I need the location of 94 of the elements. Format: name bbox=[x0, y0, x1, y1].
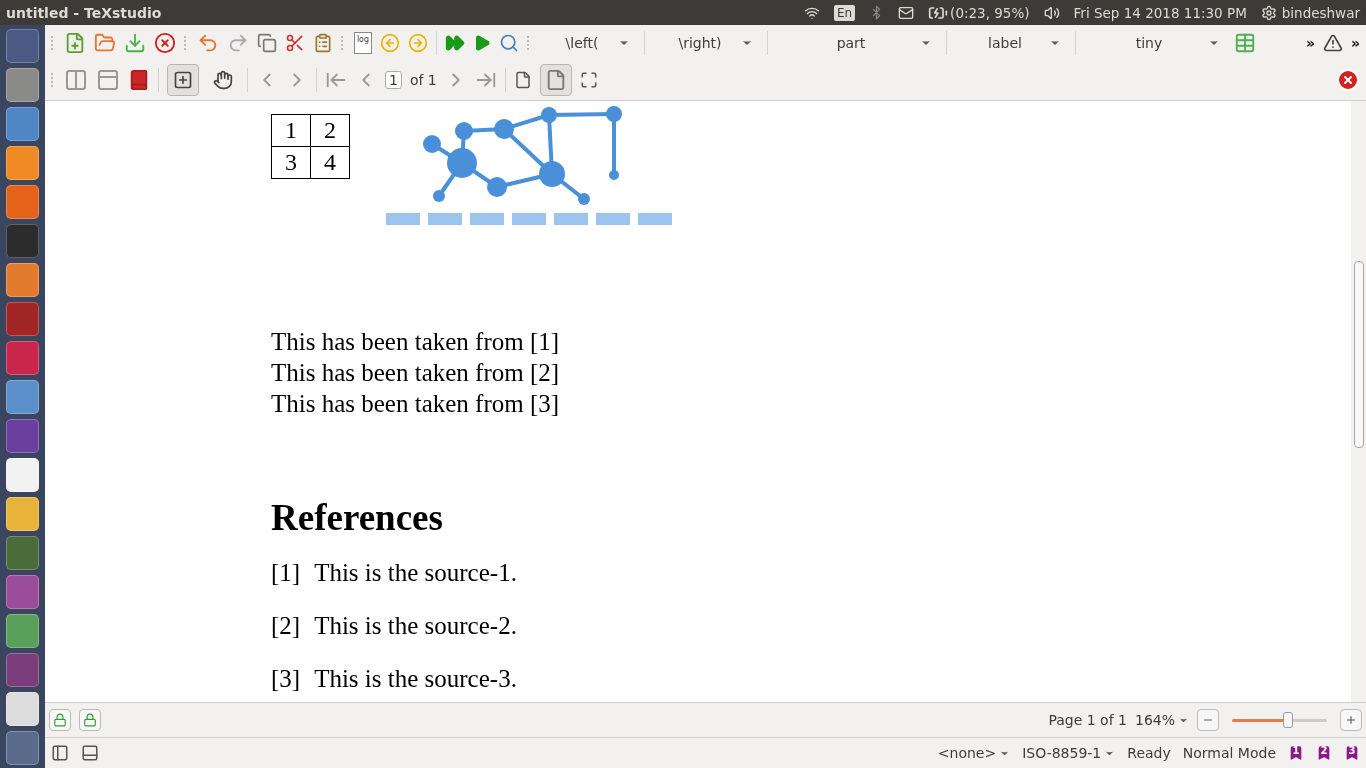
app-icon[interactable] bbox=[6, 536, 39, 570]
log-icon[interactable]: log bbox=[354, 31, 372, 54]
battery-status: (0:23, 95%) bbox=[950, 4, 1030, 21]
arrow-left-icon[interactable] bbox=[380, 32, 400, 53]
status-text: Ready bbox=[1127, 745, 1171, 761]
slider-thumb[interactable] bbox=[1283, 711, 1294, 728]
app-icon[interactable] bbox=[6, 614, 39, 648]
hand-icon bbox=[213, 70, 233, 90]
page-view-button[interactable] bbox=[539, 64, 572, 96]
reference-label: [1] bbox=[271, 559, 301, 588]
app-icon[interactable] bbox=[6, 341, 39, 375]
dropdown[interactable]: \left( bbox=[540, 34, 636, 51]
user-name[interactable]: bindeshwar bbox=[1281, 4, 1360, 21]
book-icon[interactable] bbox=[128, 69, 150, 91]
bookmark-icon[interactable]: 3 bbox=[1344, 744, 1360, 762]
panel-icon[interactable] bbox=[51, 744, 69, 762]
page-field[interactable]: 1 bbox=[385, 71, 402, 89]
app-icon[interactable] bbox=[6, 653, 39, 687]
lock-icon bbox=[83, 713, 97, 727]
download-icon[interactable] bbox=[124, 31, 146, 54]
reference-text: This is the source-1. bbox=[314, 559, 517, 588]
lock-button[interactable] bbox=[79, 709, 101, 731]
folder-icon[interactable] bbox=[94, 31, 116, 54]
reference-label: [2] bbox=[271, 612, 301, 641]
window-icon[interactable] bbox=[96, 68, 120, 92]
dropdown[interactable]: tiny bbox=[1084, 34, 1226, 51]
search-icon[interactable] bbox=[499, 32, 519, 53]
table-cell: 2 bbox=[310, 114, 350, 147]
settings-icon[interactable] bbox=[1260, 4, 1277, 21]
volume-icon[interactable] bbox=[1043, 4, 1060, 21]
warning-icon[interactable] bbox=[1322, 32, 1343, 53]
app-icon[interactable] bbox=[6, 575, 39, 609]
plus-icon bbox=[1345, 714, 1357, 726]
play-icon[interactable] bbox=[473, 33, 491, 52]
encoding-dropdown[interactable]: <none> bbox=[937, 745, 997, 761]
reference-text: This is the source-3. bbox=[314, 665, 517, 694]
page-icon[interactable] bbox=[513, 71, 532, 89]
scissors-icon[interactable] bbox=[285, 32, 305, 53]
scrollbar-thumb[interactable] bbox=[1353, 261, 1364, 448]
table-icon[interactable] bbox=[1234, 31, 1256, 54]
copy-icon[interactable] bbox=[257, 32, 277, 53]
app-icon[interactable] bbox=[6, 29, 39, 63]
panel-icon[interactable] bbox=[81, 744, 99, 762]
mail-icon[interactable] bbox=[898, 4, 915, 21]
app-icon[interactable] bbox=[6, 263, 39, 297]
app-icon[interactable] bbox=[6, 731, 39, 765]
app-icon[interactable] bbox=[6, 380, 39, 414]
page-total: of 1 bbox=[409, 72, 437, 88]
zoom-dropdown[interactable]: 164% bbox=[1134, 712, 1175, 728]
plus-box-icon bbox=[173, 70, 193, 90]
close-icon[interactable] bbox=[154, 31, 176, 54]
table-cell: 3 bbox=[271, 146, 311, 179]
dropdown[interactable]: part bbox=[776, 34, 938, 51]
app-icon[interactable] bbox=[6, 497, 39, 531]
fit-icon[interactable] bbox=[579, 71, 598, 89]
bookmark-icon[interactable]: 2 bbox=[1316, 744, 1332, 762]
overflow-button[interactable]: » bbox=[1350, 34, 1360, 51]
bookmark-icon[interactable]: 1 bbox=[1288, 744, 1304, 762]
body-text: This has been taken from [1] bbox=[271, 327, 561, 357]
table-cell: 4 bbox=[310, 146, 350, 179]
encoding-dropdown[interactable]: ISO-8859-1 bbox=[1022, 745, 1102, 761]
fast-forward-icon[interactable] bbox=[445, 32, 465, 53]
new-file-icon[interactable] bbox=[64, 31, 86, 54]
app-icon[interactable] bbox=[6, 68, 39, 102]
page-indicator: Page 1 of 1 bbox=[1048, 712, 1127, 728]
app-icon[interactable] bbox=[6, 419, 39, 453]
app-icon[interactable] bbox=[6, 224, 39, 258]
dropdown[interactable]: label bbox=[955, 34, 1067, 51]
lock-icon bbox=[53, 713, 67, 727]
lock-button[interactable] bbox=[49, 709, 71, 731]
clock[interactable]: Fri Sep 14 2018 11:30 PM bbox=[1073, 4, 1247, 21]
app-icon[interactable] bbox=[6, 458, 39, 492]
mode-text: Normal Mode bbox=[1182, 745, 1276, 761]
window-title: untitled - TeXstudio bbox=[6, 4, 162, 21]
body-text: This has been taken from [2] bbox=[271, 358, 561, 388]
zoom-out-button[interactable] bbox=[1197, 709, 1219, 731]
paste-icon[interactable] bbox=[313, 32, 333, 53]
app-icon[interactable] bbox=[6, 302, 39, 336]
zoom-in-button[interactable] bbox=[1340, 709, 1362, 731]
overflow-button[interactable]: » bbox=[1305, 34, 1315, 51]
dropdown[interactable]: \right) bbox=[653, 34, 759, 51]
app-icon[interactable] bbox=[6, 185, 39, 219]
body-text: This has been taken from [3] bbox=[271, 389, 561, 419]
layout-icon[interactable] bbox=[64, 68, 88, 92]
arrow-right-icon[interactable] bbox=[408, 32, 428, 53]
zoom-button[interactable] bbox=[167, 64, 199, 96]
reference-text: This is the source-2. bbox=[314, 612, 517, 641]
section-heading: References bbox=[271, 497, 444, 539]
table-cell: 1 bbox=[271, 114, 311, 147]
app-icon[interactable] bbox=[6, 107, 39, 141]
app-icon[interactable] bbox=[6, 692, 39, 726]
reference-label: [3] bbox=[271, 665, 301, 694]
app-icon[interactable] bbox=[6, 146, 39, 180]
keyboard-indicator[interactable]: En bbox=[833, 4, 856, 21]
